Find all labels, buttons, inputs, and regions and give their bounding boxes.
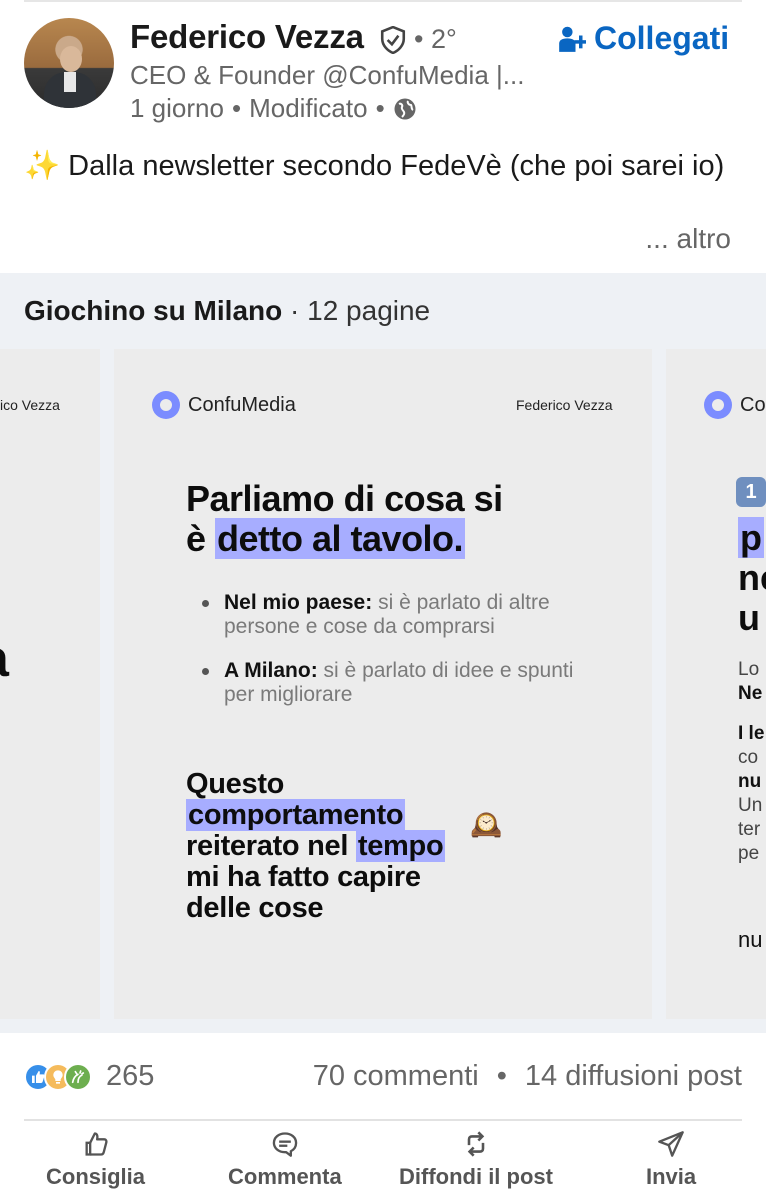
confumedia-mark-icon [152,391,180,419]
social-separator: • [496,1060,507,1092]
slide-text-fragment: Lo [738,659,760,680]
like-button[interactable]: Consiglia [46,1130,145,1190]
slide-text-fragment: Un [738,795,763,816]
reactions-summary[interactable]: 265 [24,1060,154,1093]
slide-text-fragment: co [738,747,759,768]
reposts-count-link[interactable]: 14 diffusioni post [525,1060,742,1093]
slide-next[interactable]: Co 1 p ne u Lo Ne I le co nu Un ter pe n… [666,349,766,1019]
slide-title-highlight: detto al tavolo. [215,518,466,559]
verified-icon [380,26,406,54]
slide-text-fragment: nu [738,927,763,952]
add-person-icon [559,26,586,52]
send-icon [658,1131,684,1157]
bullet-bold: A Milano: [224,659,318,682]
post-time: 1 giorno [130,93,224,123]
comment-icon [272,1132,298,1157]
post-text: ✨ Dalla newsletter secondo FedeVè (che p… [24,147,744,185]
conclusion-highlight: comportamento [186,799,406,831]
repost-label: Diffondi il post [399,1164,553,1189]
celebrate-reaction-icon [64,1062,92,1091]
author-headline: CEO & Founder @ConfuMedia |... [130,60,525,90]
thumbs-up-icon [85,1132,108,1156]
slide-text-fragment: Ne [738,683,763,704]
see-more-link[interactable]: ... altro [645,223,731,255]
document-page-count: 12 pagine [307,295,431,326]
slide-author: Federico Vezza [516,397,613,413]
slide-title-line: è detto al tavolo. [186,518,503,559]
meta-separator: • [375,93,385,123]
comment-button[interactable]: Commenta [228,1130,342,1190]
author-avatar[interactable] [24,18,114,108]
edited-label: Modificato [249,93,368,123]
slide-title-fragment: ne [738,557,766,598]
author-name[interactable]: Federico Vezza [130,18,364,56]
sparkles-emoji: ✨ [24,150,61,182]
conclusion-line: reiterato nel tempo [186,830,446,862]
slide-bullets: Nel mio paese: si è parlato di altre per… [202,591,582,727]
slide-text-fragment: pe [738,843,760,864]
post-body: Dalla newsletter secondo FedeVè (che poi… [68,150,725,182]
confumedia-mark-icon [704,391,732,419]
send-button[interactable]: Invia [646,1130,696,1190]
slide-title: Parliamo di cosa si è detto al tavolo. [186,479,503,559]
globe-icon [394,98,416,119]
bullet-bold: Nel mio paese: [224,591,373,614]
slide-title-fragment: u [738,597,760,638]
top-divider [24,0,742,2]
brand-name: ConfuMedia [188,393,296,416]
slide-text-fragment: nu [738,771,762,792]
slide-text-fragment: I le [738,723,765,744]
comment-label: Commenta [228,1164,342,1189]
document-title: Giochino su Milano [24,295,283,326]
conclusion-line: comportamento [186,799,445,831]
number-badge: 1 [736,477,766,507]
send-label: Invia [646,1164,697,1189]
comments-count-link[interactable]: 70 commenti [313,1060,479,1093]
post-action-bar: Consiglia Commenta Diffondi il post Invi… [0,1130,766,1200]
meta-separator: • [231,93,242,123]
slide-bullet: A Milano: si è parlato di idee e spunti … [202,659,582,707]
document-carousel[interactable]: Giochino su Milano · 12 pagine ico Vezza… [0,273,766,1033]
confumedia-logo: Co [704,391,766,419]
reaction-icons [24,1062,92,1091]
conclusion-line: Questo [186,768,285,800]
conclusion-line: mi ha fatto capire [186,861,421,893]
post-meta: 1 giorno • Modificato • [130,93,417,124]
slide-author: ico Vezza [0,397,60,413]
connection-degree: • 2° [414,24,457,54]
slide-text-fragment: ter [738,819,761,840]
connect-button[interactable]: Collegati [558,20,729,57]
conclusion-text: reiterato nel [186,830,356,862]
slide-title-line: Parliamo di cosa si [186,478,503,519]
brand-name: Co [740,393,766,416]
slide-title-text: è [186,518,216,559]
actions-divider [24,1119,742,1121]
conclusion-highlight: tempo [355,830,446,862]
slide-bullet: Nel mio paese: si è parlato di altre per… [202,591,582,639]
document-separator: · [290,295,300,326]
connect-label: Collegati [594,20,730,56]
like-label: Consiglia [46,1164,146,1189]
document-title-row: Giochino su Milano · 12 pagine [24,295,430,327]
slide-current[interactable]: ConfuMedia Federico Vezza Parliamo di co… [114,349,652,1019]
confumedia-logo: ConfuMedia [152,391,296,419]
clock-emoji: 🕰️ [470,809,503,839]
slide-title-fragment: p [738,517,764,559]
conclusion-line: delle cose [186,892,324,924]
reactions-count: 265 [106,1060,155,1092]
slide-previous[interactable]: ico Vezza a . [0,349,100,1019]
repost-icon [467,1131,485,1157]
slide-text-fragment: a [0,629,9,689]
slide-title-highlight: p [738,517,764,558]
repost-button[interactable]: Diffondi il post [399,1130,553,1190]
slide-conclusion: Questo comportamento reiterato nel tempo… [186,768,446,924]
social-counts: 70 commenti • 14 diffusioni post [313,1060,742,1093]
